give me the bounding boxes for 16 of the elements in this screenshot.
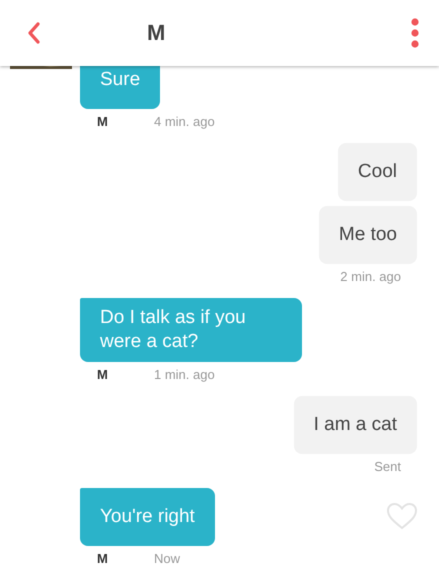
more-options-icon[interactable] — [411, 18, 419, 48]
sender-name: M — [97, 114, 109, 128]
sender-name: M — [97, 366, 109, 382]
message-bubble: Do I talk as if you were a cat? — [80, 298, 302, 362]
message-bubble: Cool — [338, 143, 417, 201]
timestamp: Now — [154, 550, 180, 566]
message-bubble: Me too — [318, 206, 417, 264]
chat-title: M — [147, 20, 166, 46]
message-bubble: You're right — [80, 488, 215, 546]
timestamp: Sent — [374, 458, 401, 474]
message-bubble: I am a cat — [294, 396, 417, 454]
timestamp: 4 min. ago — [154, 114, 215, 128]
timestamp: 2 min. ago — [340, 268, 401, 284]
sender-name: M — [97, 550, 109, 566]
back-icon[interactable] — [27, 21, 41, 45]
timestamp: 1 min. ago — [154, 366, 215, 382]
